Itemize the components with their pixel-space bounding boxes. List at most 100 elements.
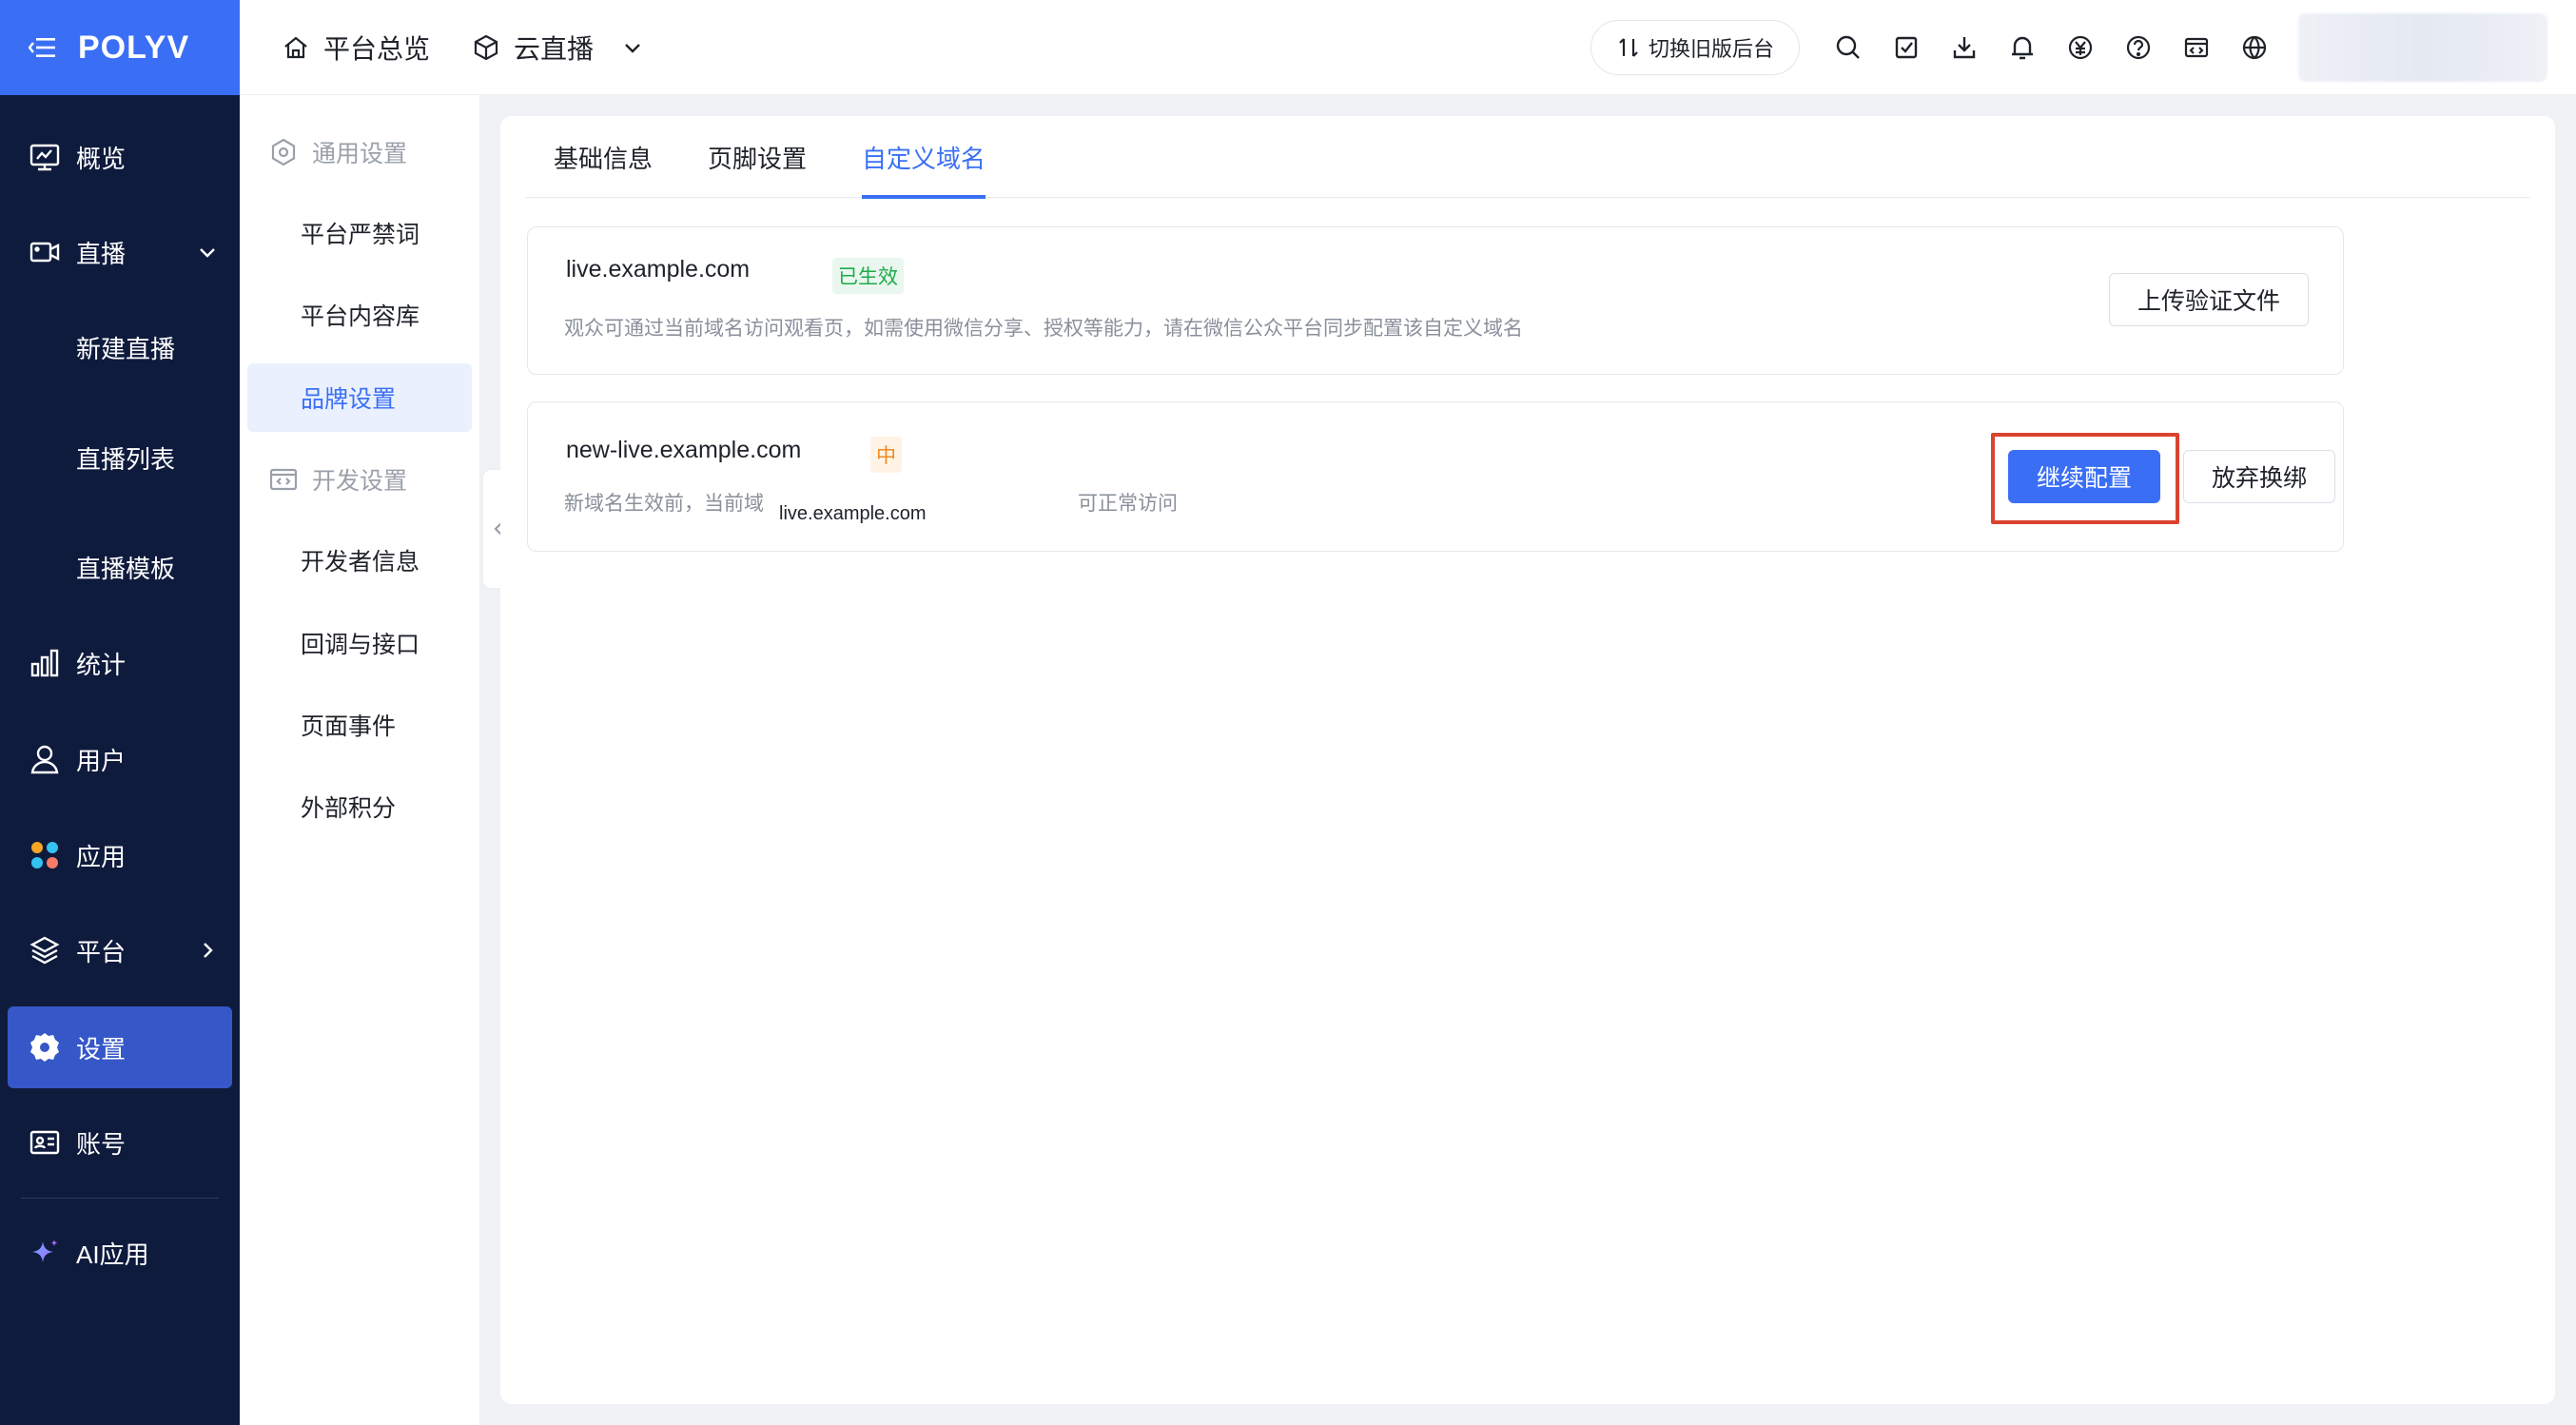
tab-basic-info[interactable]: 基础信息 xyxy=(554,116,653,198)
chevron-right-icon xyxy=(204,943,213,958)
sidebar-divider xyxy=(21,1198,219,1199)
home-icon xyxy=(284,36,307,58)
chevron-down-icon xyxy=(200,248,215,258)
subnav-item-external-points[interactable]: 外部积分 xyxy=(247,772,472,841)
bar-chart-icon xyxy=(30,649,59,677)
subnav-item-brand-settings[interactable]: 品牌设置 xyxy=(247,363,472,432)
menu-toggle-icon[interactable] xyxy=(29,37,57,58)
help-icon xyxy=(2126,35,2150,60)
tab-custom-domain[interactable]: 自定义域名 xyxy=(862,116,986,199)
domain-name: new-live.example.com xyxy=(566,437,802,463)
switch-old-version-label: 切换旧版后台 xyxy=(1648,37,1774,61)
subnav-item-developer-info[interactable]: 开发者信息 xyxy=(247,526,472,595)
sidebar-item-label: 概览 xyxy=(76,144,127,173)
subnav-item-page-events[interactable]: 页面事件 xyxy=(247,691,472,759)
nav-platform-overview[interactable]: 平台总览 xyxy=(282,29,430,67)
user-icon xyxy=(30,745,59,774)
sidebar-item-platform[interactable]: 平台 xyxy=(0,909,240,991)
sidebar-item-label: 账号 xyxy=(76,1129,127,1159)
sidebar-item-label: AI应用 xyxy=(76,1240,149,1269)
sidebar-item-new-live[interactable]: 新建直播 xyxy=(0,306,240,388)
sidebar-item-label: 统计 xyxy=(76,650,127,679)
sidebar-item-label: 应用 xyxy=(76,842,127,871)
task-button[interactable] xyxy=(1877,19,1935,77)
sidebar-item-label: 平台 xyxy=(76,937,127,966)
sidebar-item-label: 设置 xyxy=(76,1034,127,1064)
layers-icon xyxy=(29,936,60,965)
sidebar-item-ai-apps[interactable]: AI应用 xyxy=(0,1212,240,1294)
main-content-panel: 基础信息 页脚设置 自定义域名 live.example.com 已生效 观众可… xyxy=(500,116,2555,1404)
video-camera-icon xyxy=(29,242,60,263)
continue-config-button[interactable]: 继续配置 xyxy=(2008,450,2160,503)
subnav-group-developer: 开发设置 xyxy=(268,462,407,497)
subnav-item-label: 外部积分 xyxy=(301,795,397,822)
sidebar-item-users[interactable]: 用户 xyxy=(0,718,240,800)
domain-description-right: 可正常访问 xyxy=(1078,493,1178,515)
bell-icon xyxy=(2011,36,2033,60)
domain-card-pending: new-live.example.com 中 新域名生效前，当前域 可正常访问 … xyxy=(527,401,2344,552)
subnav-item-label: 开发者信息 xyxy=(301,549,420,576)
subnav-item-label: 页面事件 xyxy=(301,713,397,740)
notification-button[interactable] xyxy=(1993,19,2051,77)
sidebar-item-live[interactable]: 直播 xyxy=(0,211,240,293)
globe-icon xyxy=(2242,35,2266,60)
sidebar-item-label: 直播模板 xyxy=(76,554,176,583)
nav-cloud-live[interactable]: 云直播 xyxy=(472,29,647,67)
domain-name: live.example.com xyxy=(566,256,751,283)
domain-tooltip: live.example.com xyxy=(775,501,930,527)
status-badge: 已生效 xyxy=(832,258,904,294)
chevron-down-icon xyxy=(625,43,640,53)
nav-label: 云直播 xyxy=(514,33,595,64)
language-button[interactable] xyxy=(2225,19,2283,77)
tab-footer-settings[interactable]: 页脚设置 xyxy=(708,116,807,198)
sidebar-item-settings[interactable]: 设置 xyxy=(8,1006,232,1088)
abandon-rebind-button[interactable]: 放弃换绑 xyxy=(2183,450,2335,503)
swap-vertical-icon xyxy=(1619,38,1638,57)
sidebar-item-live-list[interactable]: 直播列表 xyxy=(0,417,240,498)
main-sidebar: POLYV 概览 直播 新建直播 直播列表 直播模板 统计 用户 应用 平台 设… xyxy=(0,0,240,1425)
sidebar-item-stats[interactable]: 统计 xyxy=(0,622,240,704)
top-header: 平台总览 云直播 切换旧版后台 xyxy=(240,0,2576,95)
sidebar-item-live-template[interactable]: 直播模板 xyxy=(0,526,240,608)
upload-verification-file-button[interactable]: 上传验证文件 xyxy=(2109,273,2309,326)
switch-old-version-button[interactable]: 切换旧版后台 xyxy=(1590,20,1800,75)
apps-grid-icon xyxy=(31,842,58,869)
subnav-item-banned-words[interactable]: 平台严禁词 xyxy=(247,199,472,267)
monitor-icon xyxy=(29,144,60,171)
subnav-item-callback-api[interactable]: 回调与接口 xyxy=(247,609,472,677)
status-badge: 中 xyxy=(870,437,902,473)
sparkle-icon xyxy=(32,1240,58,1262)
cube-icon xyxy=(474,34,498,60)
sidebar-item-account[interactable]: 账号 xyxy=(0,1102,240,1183)
domain-description-left: 新域名生效前，当前域 xyxy=(564,493,764,515)
search-button[interactable] xyxy=(1819,19,1877,77)
subnav-item-content-library[interactable]: 平台内容库 xyxy=(247,281,472,349)
sidebar-item-overview[interactable]: 概览 xyxy=(0,116,240,198)
help-button[interactable] xyxy=(2109,19,2167,77)
search-icon xyxy=(1836,35,1860,59)
polyv-logo: POLYV xyxy=(78,29,190,66)
sidebar-item-label: 直播列表 xyxy=(76,444,176,474)
domain-card-active: live.example.com 已生效 观众可通过当前域名访问观看页，如需使用… xyxy=(527,226,2344,375)
user-profile-blurred[interactable] xyxy=(2298,13,2547,82)
subnav-item-label: 回调与接口 xyxy=(301,632,420,658)
id-card-icon xyxy=(29,1130,60,1155)
hexagon-settings-icon xyxy=(271,138,296,166)
sidebar-item-label: 新建直播 xyxy=(76,334,176,363)
code-window-icon xyxy=(269,468,298,491)
settings-subnav: 通用设置 平台严禁词 平台内容库 品牌设置 开发设置 开发者信息 回调与接口 页… xyxy=(240,95,479,1425)
sidebar-item-apps[interactable]: 应用 xyxy=(0,814,240,896)
nav-label: 平台总览 xyxy=(323,33,431,64)
subnav-item-label: 品牌设置 xyxy=(301,386,397,413)
download-button[interactable] xyxy=(1935,19,1993,77)
download-icon xyxy=(1953,37,1975,59)
subnav-group-label: 开发设置 xyxy=(312,468,408,495)
gear-icon xyxy=(30,1033,59,1062)
subnav-group-label: 通用设置 xyxy=(312,141,408,167)
yuan-icon xyxy=(2068,35,2092,60)
billing-button[interactable] xyxy=(2051,19,2109,77)
subnav-item-label: 平台严禁词 xyxy=(301,222,420,248)
header-actions: 切换旧版后台 xyxy=(1590,0,2547,95)
developer-button[interactable] xyxy=(2167,19,2225,77)
subnav-item-label: 平台内容库 xyxy=(301,303,420,330)
